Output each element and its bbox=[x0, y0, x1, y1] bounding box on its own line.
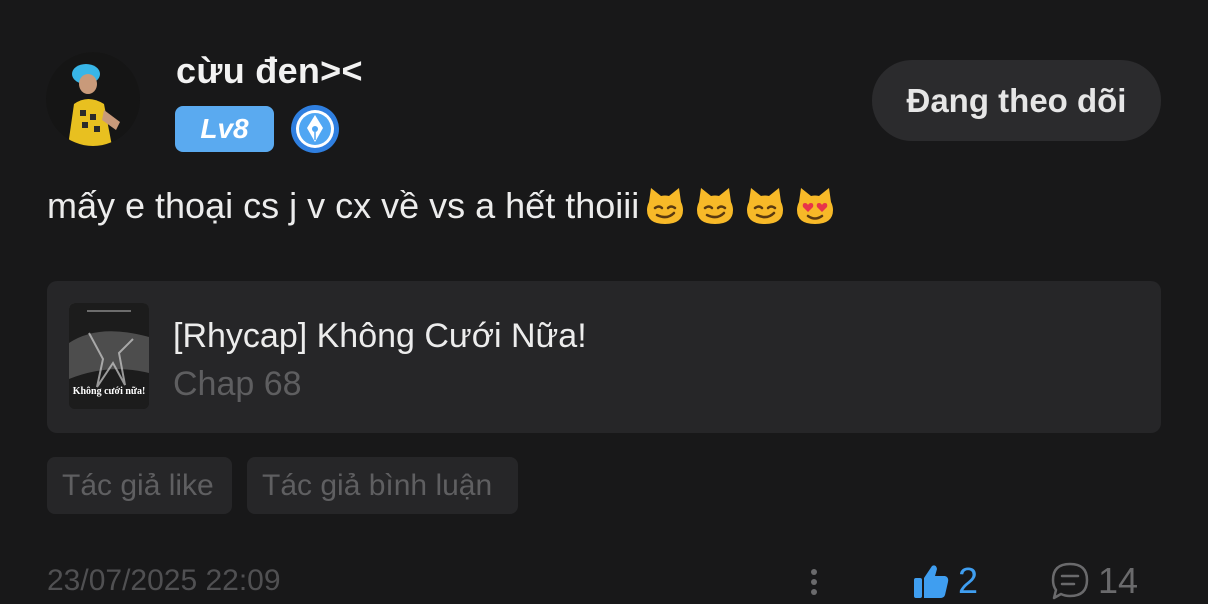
timestamp: 23/07/2025 22:09 bbox=[47, 564, 281, 597]
story-chapter: Chap 68 bbox=[173, 365, 302, 403]
smirking-cat-icon bbox=[697, 188, 734, 224]
like-count: 2 bbox=[958, 560, 979, 601]
thumbs-up-icon bbox=[914, 565, 949, 598]
heart-eyes-cat-icon bbox=[797, 188, 834, 224]
username[interactable]: cừu đen>< bbox=[176, 50, 363, 92]
comment-bubble-icon bbox=[1051, 562, 1089, 600]
avatar-image bbox=[46, 52, 140, 146]
smirking-cat-icon bbox=[647, 188, 684, 224]
author-like-tag: Tác giả like bbox=[47, 457, 232, 514]
author-comment-tag: Tác giả bình luận bbox=[247, 457, 518, 514]
follow-button[interactable]: Đang theo dõi bbox=[872, 60, 1161, 141]
author-pen-icon bbox=[291, 105, 339, 153]
story-card[interactable]: Không cưới nữa! [Rhycap] Không Cưới Nữa!… bbox=[47, 281, 1161, 433]
like-button[interactable]: 2 bbox=[912, 560, 978, 602]
comment-text: mấy e thoại cs j v cx về vs a hết thoiii bbox=[47, 185, 640, 226]
smirking-cat-icon bbox=[747, 188, 784, 224]
story-cover: Không cưới nữa! bbox=[69, 303, 149, 409]
story-title: [Rhycap] Không Cưới Nữa! bbox=[173, 317, 587, 355]
emoji-row bbox=[643, 184, 843, 228]
comment-text-row: mấy e thoại cs j v cx về vs a hết thoiii bbox=[47, 184, 843, 228]
more-options-icon[interactable] bbox=[800, 560, 828, 604]
comment-button[interactable]: 14 bbox=[1050, 560, 1138, 602]
cover-title: Không cưới nữa! bbox=[72, 386, 146, 397]
avatar[interactable] bbox=[46, 52, 140, 146]
level-badge: Lv8 bbox=[175, 106, 274, 152]
comment-count: 14 bbox=[1098, 560, 1139, 601]
